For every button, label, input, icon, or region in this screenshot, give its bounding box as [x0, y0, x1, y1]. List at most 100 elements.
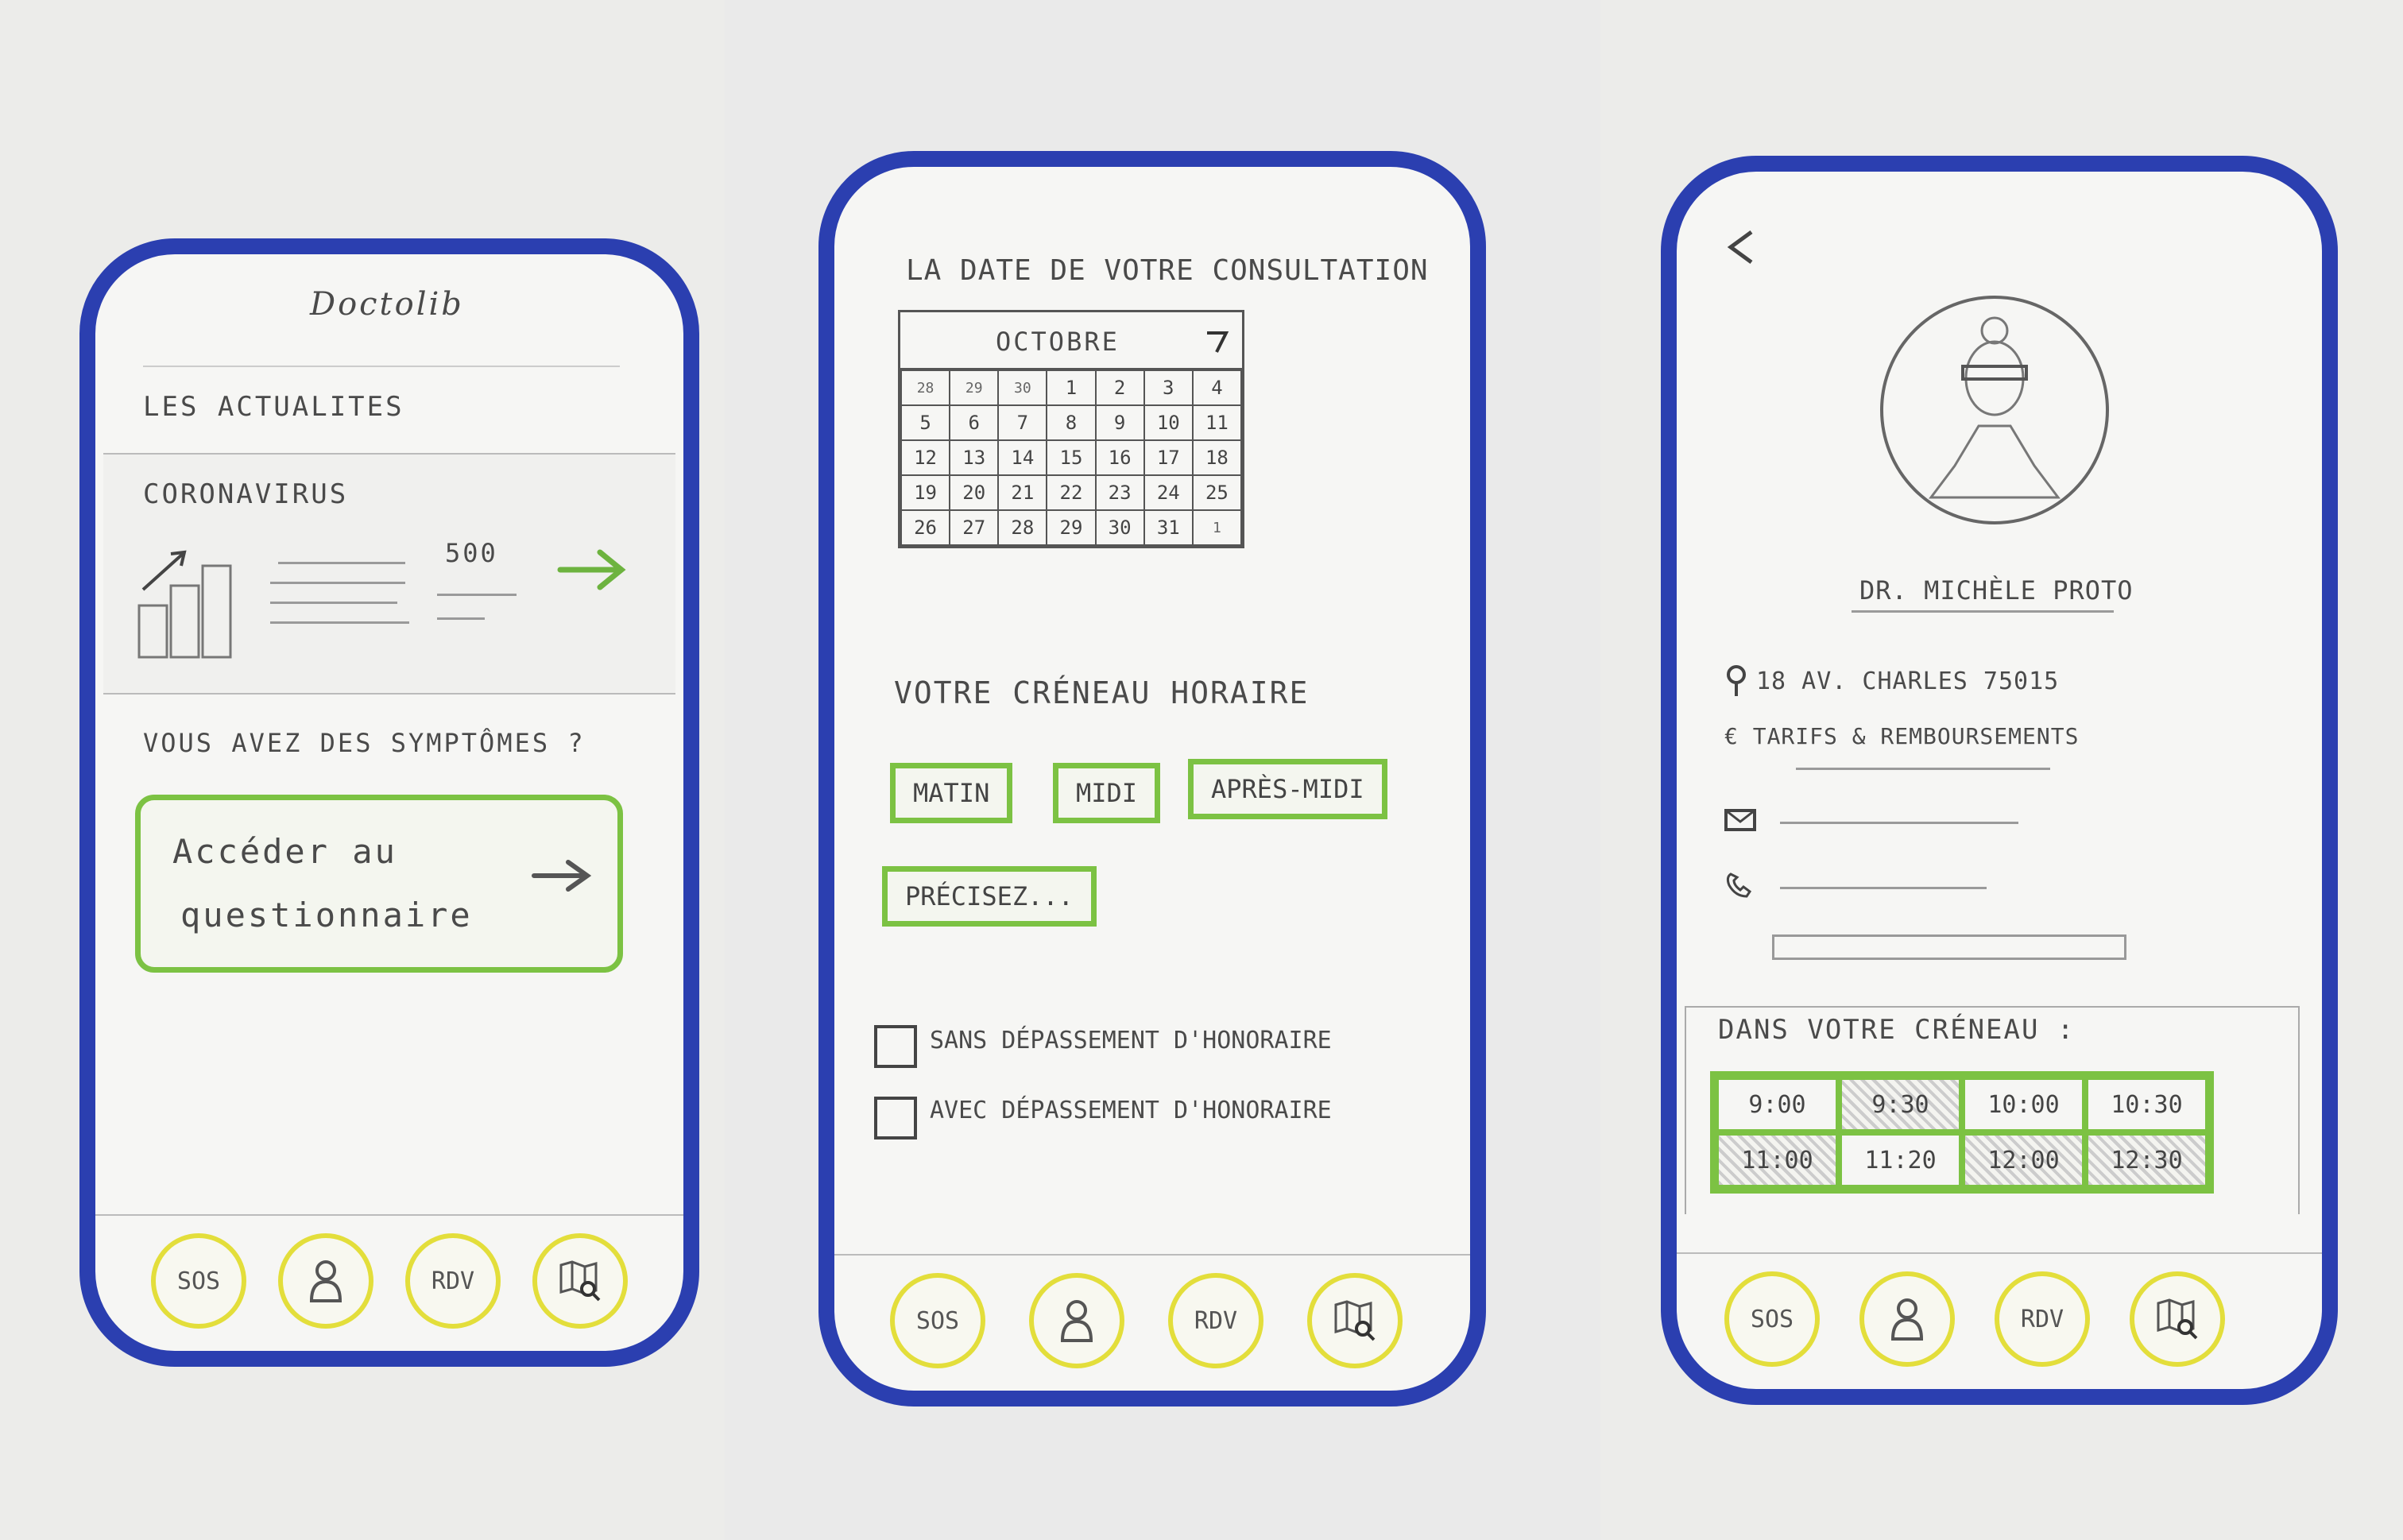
calendar-day[interactable]: 30 [997, 370, 1048, 406]
calendar-day[interactable]: 11 [1191, 404, 1243, 441]
consultation-date-heading: LA DATE DE VOTRE CONSULTATION [906, 254, 1429, 287]
text-line [270, 621, 409, 624]
news-card[interactable]: CORONAVIRUS 500 [103, 453, 675, 695]
divider [1852, 610, 2114, 613]
bottom-nav: SOS RDV [95, 1214, 683, 1351]
calendar-day[interactable]: 13 [949, 439, 1000, 476]
nav-profile-button[interactable] [278, 1233, 373, 1329]
time-slot[interactable]: 9:00 [1716, 1077, 1839, 1132]
calendar-day[interactable]: 23 [1094, 474, 1145, 511]
calendar-day[interactable]: 19 [900, 474, 951, 511]
calendar-day[interactable]: 26 [900, 509, 951, 546]
text-line [1780, 887, 1987, 889]
slot-midi-button[interactable]: MIDI [1053, 763, 1161, 823]
calendar-day[interactable]: 12 [900, 439, 951, 476]
calendar-day[interactable]: 4 [1191, 370, 1243, 406]
questionnaire-label-line1: Accéder au [172, 832, 397, 871]
slot-precisez-button[interactable]: PRÉCISEZ... [882, 866, 1097, 927]
text-line [1796, 768, 2050, 770]
nav-search-map-button[interactable] [2130, 1271, 2225, 1367]
nav-search-map-button[interactable] [1307, 1273, 1403, 1368]
doctor-name: DR. MICHÈLE PROTO [1859, 575, 2134, 606]
nav-profile-button[interactable] [1029, 1273, 1124, 1368]
calendar-day[interactable]: 29 [949, 370, 1000, 406]
case-count: 500 [445, 538, 498, 568]
news-card-title: CORONAVIRUS [143, 478, 349, 510]
phone-frame: LA DATE DE VOTRE CONSULTATION OCTOBRE 28… [818, 151, 1486, 1407]
app-title: Doctolib [310, 286, 464, 323]
time-slot-unavailable: 12:00 [1962, 1132, 2085, 1188]
calendar-day[interactable]: 28 [997, 509, 1048, 546]
calendar-day[interactable]: 21 [997, 474, 1048, 511]
text-line [270, 602, 397, 604]
calendar-day[interactable]: 31 [1143, 509, 1194, 546]
map-search-icon [1333, 1298, 1377, 1343]
calendar-day[interactable]: 3 [1143, 370, 1194, 406]
calendar-day[interactable]: 1 [1191, 509, 1243, 546]
sketch-panel-date: LA DATE DE VOTRE CONSULTATION OCTOBRE 28… [725, 0, 1600, 1540]
text-field [1772, 934, 2126, 960]
calendar-day[interactable]: 2 [1094, 370, 1145, 406]
calendar-day[interactable]: 15 [1046, 439, 1097, 476]
avec-depassement-checkbox[interactable] [874, 1097, 917, 1140]
time-slot-unavailable: 12:30 [2085, 1132, 2208, 1188]
time-slot[interactable]: 11:20 [1839, 1132, 1962, 1188]
text-line [437, 594, 517, 596]
nav-rdv-button[interactable]: RDV [1995, 1271, 2090, 1367]
tarifs-link[interactable]: € TARIFS & REMBOURSEMENTS [1724, 723, 2079, 749]
news-heading: LES ACTUALITES [143, 391, 404, 423]
calendar-day[interactable]: 25 [1191, 474, 1243, 511]
avec-depassement-label: AVEC DÉPASSEMENT D'HONORAIRE [930, 1097, 1332, 1124]
person-icon [1059, 1299, 1094, 1342]
sketch-panel-home: Doctolib LES ACTUALITES CORONAVIRUS 500 … [0, 0, 725, 1540]
questionnaire-button[interactable]: Accéder au questionnaire [135, 795, 623, 973]
calendar-day[interactable]: 17 [1143, 439, 1194, 476]
slot-apres-midi-button[interactable]: APRÈS-MIDI [1188, 759, 1387, 819]
nav-profile-button[interactable] [1859, 1271, 1955, 1367]
nav-search-map-button[interactable] [532, 1233, 628, 1329]
symptoms-question: VOUS AVEZ DES SYMPTÔMES ? [143, 728, 586, 758]
calendar-day[interactable]: 20 [949, 474, 1000, 511]
calendar-day[interactable]: 8 [1046, 404, 1097, 441]
calendar-day[interactable]: 1 [1046, 370, 1097, 406]
person-icon [308, 1259, 343, 1302]
nav-rdv-button[interactable]: RDV [1168, 1273, 1263, 1368]
calendar-day[interactable]: 7 [997, 404, 1048, 441]
calendar-day[interactable]: 30 [1094, 509, 1145, 546]
nav-sos-button[interactable]: SOS [890, 1273, 985, 1368]
back-arrow-icon[interactable] [1724, 227, 1756, 267]
calendar-day[interactable]: 5 [900, 404, 951, 441]
phone-frame: DR. MICHÈLE PROTO 18 AV. CHARLES 75015 €… [1661, 156, 2338, 1405]
arrow-right-icon[interactable] [556, 546, 628, 594]
calendar-day[interactable]: 16 [1094, 439, 1145, 476]
calendar-day[interactable]: 22 [1046, 474, 1097, 511]
calendar-day[interactable]: 24 [1143, 474, 1194, 511]
next-month-icon[interactable] [1204, 328, 1231, 355]
calendar-day[interactable]: 27 [949, 509, 1000, 546]
calendar-month: OCTOBRE [996, 327, 1120, 357]
bottom-nav: SOS RDV [1677, 1252, 2322, 1389]
map-search-icon [558, 1259, 602, 1303]
map-search-icon [2155, 1297, 2200, 1341]
time-slot[interactable]: 10:00 [1962, 1077, 2085, 1132]
calendar-day[interactable]: 29 [1046, 509, 1097, 546]
nav-sos-button[interactable]: SOS [1724, 1271, 1820, 1367]
sans-depassement-checkbox[interactable] [874, 1025, 917, 1068]
time-slot-grid: 9:00 9:30 10:00 10:30 11:00 11:20 12:00 … [1710, 1071, 2214, 1194]
nav-sos-button[interactable]: SOS [151, 1233, 246, 1329]
calendar-day[interactable]: 28 [900, 370, 951, 406]
calendar-day[interactable]: 10 [1143, 404, 1194, 441]
calendar-day[interactable]: 9 [1094, 404, 1145, 441]
slot-matin-button[interactable]: MATIN [890, 763, 1013, 823]
doctor-portrait [1875, 291, 2114, 529]
arrow-right-icon [530, 856, 594, 896]
divider [143, 366, 620, 367]
nav-rdv-button[interactable]: RDV [405, 1233, 501, 1329]
text-line [270, 582, 405, 584]
calendar-day[interactable]: 6 [949, 404, 1000, 441]
text-line [278, 562, 405, 564]
calendar-day[interactable]: 18 [1191, 439, 1243, 476]
calendar-day[interactable]: 14 [997, 439, 1048, 476]
calendar-grid: 28 29 30 1 2 3 4 5 6 7 8 9 10 11 12 13 14 15 16 17 18 19 20… [900, 370, 1243, 546]
time-slot[interactable]: 10:30 [2085, 1077, 2208, 1132]
